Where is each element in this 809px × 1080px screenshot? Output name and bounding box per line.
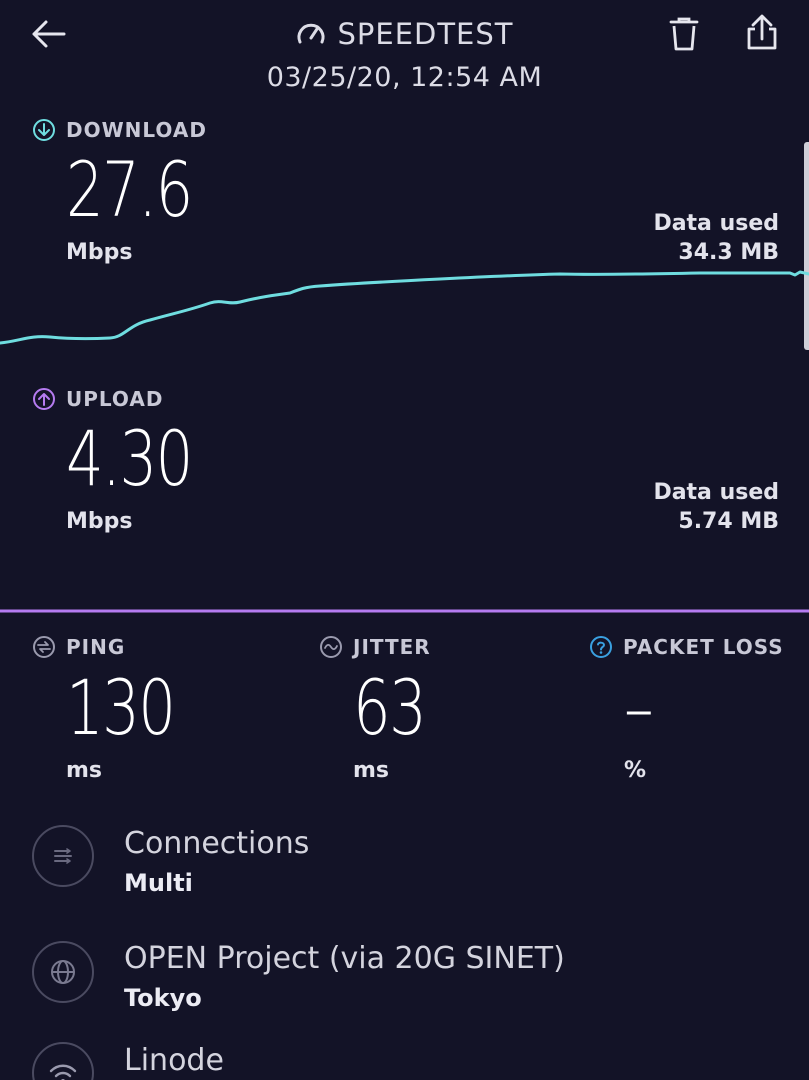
wifi-icon — [49, 1064, 77, 1080]
download-speed-graph — [0, 270, 809, 345]
upload-unit: Mbps — [66, 509, 133, 534]
jitter-unit: ms — [353, 758, 390, 783]
globe-icon — [51, 960, 75, 984]
upload-label-text: UPLOAD — [66, 387, 164, 411]
connections-icon — [54, 848, 72, 864]
packet-loss-label[interactable]: PACKET LOSS — [589, 635, 784, 659]
jitter-value: 63 — [353, 663, 427, 752]
download-data-used-label: Data used — [653, 211, 779, 236]
server-location: Tokyo — [124, 984, 202, 1012]
download-label-text: DOWNLOAD — [66, 118, 207, 142]
isp-title: Linode — [124, 1043, 224, 1078]
isp-icon-badge — [32, 1042, 94, 1080]
packet-loss-unit: % — [624, 758, 647, 783]
upload-data-used-label: Data used — [653, 480, 779, 505]
ping-unit: ms — [66, 758, 103, 783]
connections-value: Multi — [124, 869, 193, 897]
packet-loss-label-text: PACKET LOSS — [623, 635, 784, 659]
download-label: DOWNLOAD — [32, 118, 207, 142]
share-button[interactable] — [740, 10, 784, 54]
upload-speed-value: 4.30 — [66, 414, 193, 503]
ping-label: PING — [32, 635, 125, 659]
app-title: SPEEDTEST — [337, 17, 514, 51]
help-icon[interactable] — [589, 635, 613, 659]
jitter-label: JITTER — [319, 635, 431, 659]
upload-data-used-value: 5.74 MB — [678, 509, 779, 534]
download-speed-value: 27.6 — [66, 145, 193, 234]
connections-icon-badge — [32, 825, 94, 887]
upload-data-used: Data used 5.74 MB — [653, 478, 779, 536]
ping-label-text: PING — [66, 635, 126, 659]
ping-value: 130 — [66, 663, 176, 752]
packet-loss-value: – — [624, 663, 654, 752]
test-timestamp: 03/25/20, 12:54 AM — [266, 62, 543, 93]
jitter-label-text: JITTER — [353, 635, 431, 659]
server-title: OPEN Project (via 20G SINET) — [124, 941, 565, 976]
connections-title: Connections — [124, 826, 310, 861]
download-arrow-icon — [33, 119, 55, 141]
trash-icon — [669, 17, 699, 51]
arrow-left-icon — [32, 20, 66, 48]
upload-arrow-icon — [33, 388, 55, 410]
ping-icon — [33, 636, 55, 658]
server-icon-badge — [32, 941, 94, 1003]
upload-speed-graph — [0, 609, 809, 613]
delete-button[interactable] — [662, 12, 706, 56]
jitter-icon — [320, 636, 342, 658]
speedtest-result-screen: SPEEDTEST 03/25/20, 12:54 AM DOWNLOAD 27… — [0, 0, 809, 1080]
share-icon — [747, 14, 777, 50]
upload-label: UPLOAD — [32, 387, 163, 411]
back-button[interactable] — [26, 12, 70, 56]
speedometer-icon — [297, 23, 325, 44]
